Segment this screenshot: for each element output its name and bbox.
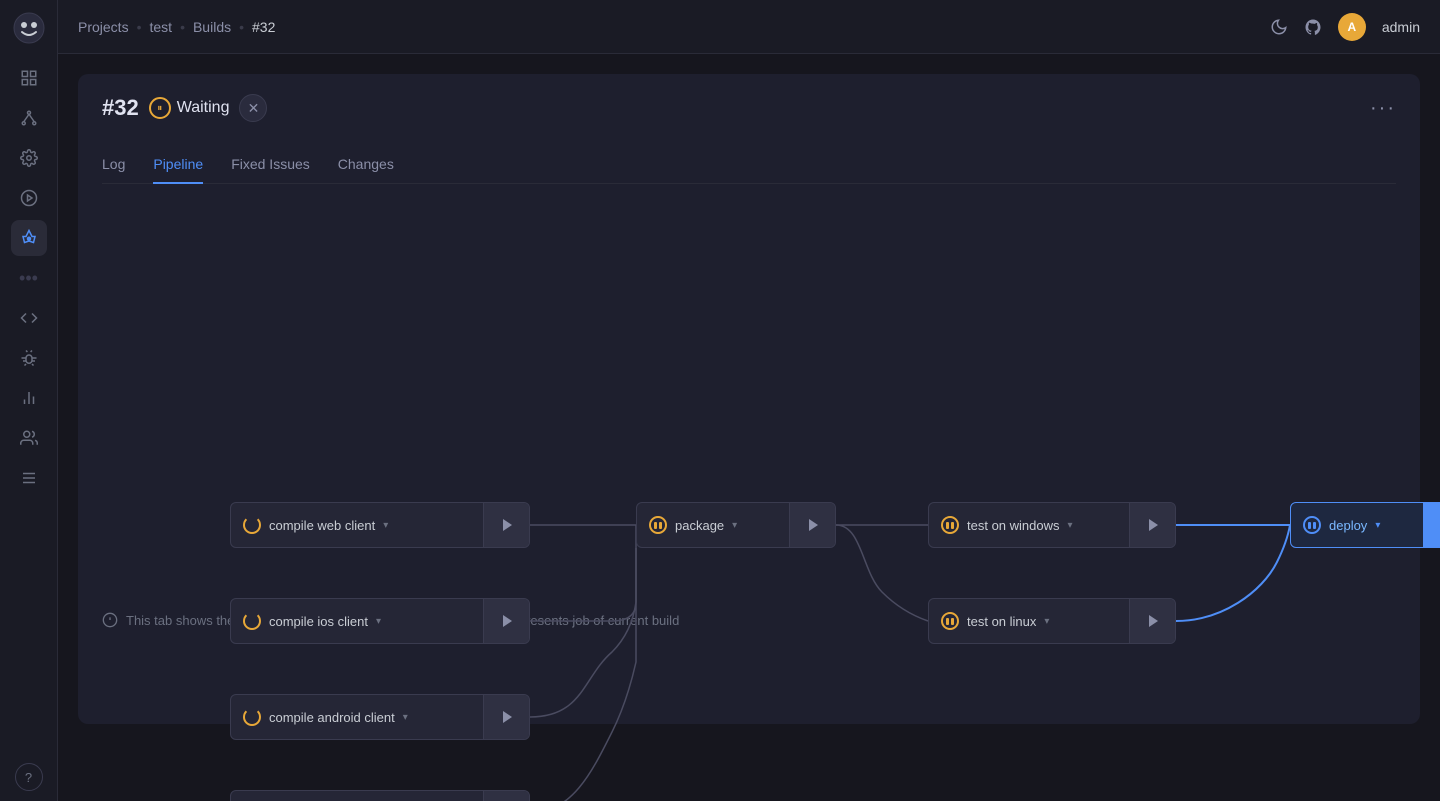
job-test-on-linux[interactable]: test on linux ▾ — [928, 598, 1176, 644]
job-label-area: package ▾ — [637, 516, 789, 534]
job-run-button[interactable] — [1129, 502, 1175, 548]
play-icon[interactable] — [11, 180, 47, 216]
breadcrumb-builds[interactable]: Builds — [193, 19, 231, 35]
breadcrumb: Projects • test • Builds • #32 — [78, 19, 275, 35]
pipelines-icon[interactable] — [11, 100, 47, 136]
sliders-icon[interactable] — [11, 460, 47, 496]
avatar[interactable]: A — [1338, 13, 1366, 41]
job-deploy[interactable]: deploy ▾ — [1290, 502, 1440, 548]
chevron-down-icon: ▾ — [383, 520, 388, 531]
breadcrumb-test[interactable]: test — [149, 19, 172, 35]
waiting-status-icon — [149, 97, 171, 119]
chevron-down-icon: ▾ — [732, 520, 737, 531]
play-icon — [503, 711, 512, 723]
chevron-down-icon: ▾ — [1068, 520, 1073, 531]
spinning-status-icon — [243, 708, 261, 726]
build-tabs: Log Pipeline Fixed Issues Changes — [102, 146, 1396, 184]
play-icon — [503, 519, 512, 531]
topnav: Projects • test • Builds • #32 A admin — [58, 0, 1440, 54]
build-header-left: #32 Waiting ✕ — [102, 94, 267, 122]
job-label: compile web client — [269, 518, 375, 533]
tab-changes[interactable]: Changes — [338, 146, 394, 184]
breadcrumb-build-number: #32 — [252, 19, 275, 35]
cancel-build-button[interactable]: ✕ — [239, 94, 267, 122]
spinning-status-icon — [243, 612, 261, 630]
job-label-area: compile android client ▾ — [231, 708, 483, 726]
job-run-button[interactable] — [1423, 502, 1440, 548]
breadcrumb-projects[interactable]: Projects — [78, 19, 129, 35]
pipeline-canvas: compile web client ▾ compile ios client … — [102, 212, 1396, 592]
team-icon[interactable] — [11, 420, 47, 456]
job-label: test on windows — [967, 518, 1060, 533]
dashboard-icon[interactable] — [11, 60, 47, 96]
github-icon[interactable] — [1304, 18, 1322, 36]
job-run-button[interactable] — [483, 598, 529, 644]
play-icon — [1149, 615, 1158, 627]
pause-status-icon — [1303, 516, 1321, 534]
content-area: #32 Waiting ✕ ··· Log Pipeline Fixed Iss… — [58, 54, 1440, 801]
rocket-icon[interactable] — [11, 220, 47, 256]
more-options-button[interactable]: ··· — [1370, 97, 1396, 120]
job-label: package — [675, 518, 724, 533]
sidebar: ••• ? — [0, 0, 58, 801]
job-label-area: compile ios client ▾ — [231, 612, 483, 630]
job-label: compile android client — [269, 710, 395, 725]
admin-label: admin — [1382, 19, 1420, 35]
chevron-down-icon: ▾ — [376, 616, 381, 627]
source-control-icon[interactable] — [11, 300, 47, 336]
chevron-down-icon: ▾ — [1044, 616, 1049, 627]
topnav-right: A admin — [1270, 13, 1420, 41]
job-run-button[interactable] — [483, 694, 529, 740]
settings-icon[interactable] — [11, 140, 47, 176]
job-run-button[interactable] — [483, 502, 529, 548]
pause-status-icon — [649, 516, 667, 534]
tab-pipeline[interactable]: Pipeline — [153, 146, 203, 184]
job-label: test on linux — [967, 614, 1036, 629]
job-run-button[interactable] — [1129, 598, 1175, 644]
job-test-on-windows[interactable]: test on windows ▾ — [928, 502, 1176, 548]
play-icon — [809, 519, 818, 531]
job-compile-ios-client[interactable]: compile ios client ▾ — [230, 598, 530, 644]
build-header: #32 Waiting ✕ ··· — [102, 94, 1396, 122]
job-label-area: test on linux ▾ — [929, 612, 1129, 630]
job-compile-android-client[interactable]: compile android client ▾ — [230, 694, 530, 740]
job-run-button[interactable] — [483, 790, 529, 801]
build-number: #32 — [102, 95, 139, 121]
job-label-area: deploy ▾ — [1291, 516, 1423, 534]
pause-status-icon — [941, 612, 959, 630]
help-icon[interactable]: ? — [15, 763, 43, 791]
job-package[interactable]: package ▾ — [636, 502, 836, 548]
job-run-button[interactable] — [789, 502, 835, 548]
pause-status-icon — [941, 516, 959, 534]
status-badge: Waiting — [149, 97, 230, 119]
chevron-down-icon: ▾ — [403, 712, 408, 723]
job-compile-backend[interactable]: compile backend ▾ — [230, 790, 530, 801]
job-label-area: test on windows ▾ — [929, 516, 1129, 534]
chevron-down-icon: ▾ — [1375, 520, 1380, 531]
app-logo[interactable] — [11, 10, 47, 46]
job-label: compile ios client — [269, 614, 368, 629]
dots-icon[interactable]: ••• — [11, 260, 47, 296]
chart-icon[interactable] — [11, 380, 47, 416]
job-label: deploy — [1329, 518, 1367, 533]
tab-fixed-issues[interactable]: Fixed Issues — [231, 146, 310, 184]
info-icon — [102, 612, 118, 628]
build-card: #32 Waiting ✕ ··· Log Pipeline Fixed Iss… — [78, 74, 1420, 724]
tab-log[interactable]: Log — [102, 146, 125, 184]
spinning-status-icon — [243, 516, 261, 534]
main-area: Projects • test • Builds • #32 A admin #… — [58, 0, 1440, 801]
job-compile-web-client[interactable]: compile web client ▾ — [230, 502, 530, 548]
job-label-area: compile web client ▾ — [231, 516, 483, 534]
theme-toggle-icon[interactable] — [1270, 18, 1288, 36]
status-label: Waiting — [177, 99, 230, 117]
play-icon — [503, 615, 512, 627]
bug-icon[interactable] — [11, 340, 47, 376]
play-icon — [1149, 519, 1158, 531]
